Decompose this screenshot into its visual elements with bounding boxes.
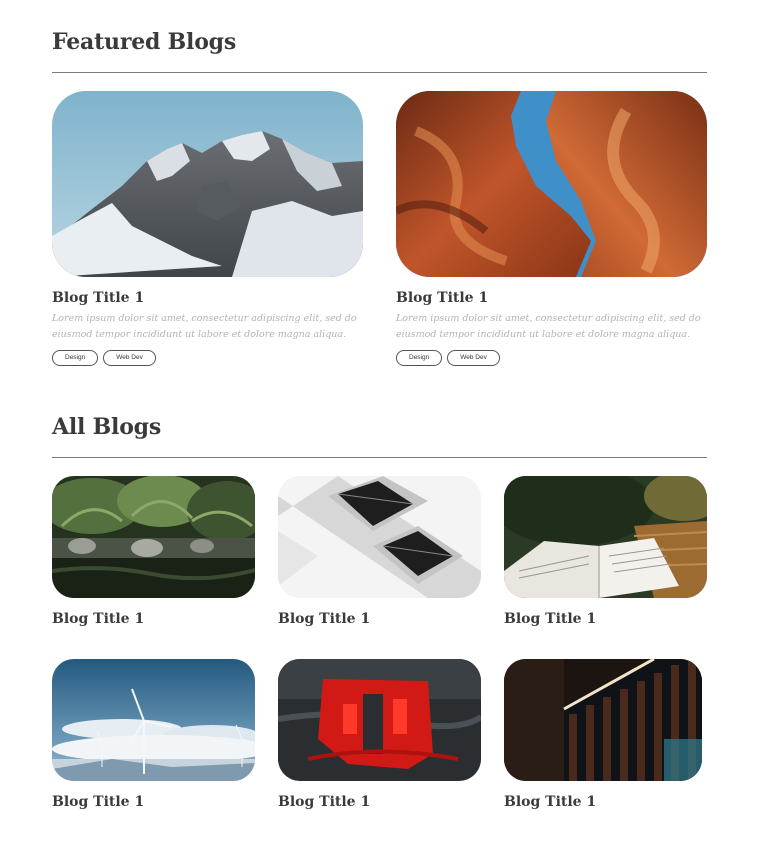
tag-design[interactable]: Design [52,350,99,366]
featured-blog-tags-2: Design Web Dev [396,350,500,366]
blog-card-1[interactable]: Blog Title 1 [52,476,255,631]
blog-title-1[interactable]: Blog Title 1 [52,611,144,627]
blog-title-4[interactable]: Blog Title 1 [52,794,144,810]
snowy-mountain-photo [52,91,363,277]
featured-blog-title-2[interactable]: Blog Title 1 [396,290,488,306]
blog-image-3[interactable] [504,476,707,598]
featured-divider [52,72,707,73]
blog-image-4[interactable] [52,659,255,781]
blog-title-5[interactable]: Blog Title 1 [278,794,370,810]
blog-card-4[interactable]: Blog Title 1 [52,659,255,814]
blog-card-5[interactable]: Blog Title 1 [278,659,481,814]
open-book-photo [504,476,707,598]
blog-card-3[interactable]: Blog Title 1 [504,476,707,631]
blog-title-2[interactable]: Blog Title 1 [278,611,370,627]
tag-web-dev[interactable]: Web Dev [103,350,156,366]
blog-image-1[interactable] [52,476,255,598]
blog-image-2[interactable] [278,476,481,598]
blog-image-6[interactable] [504,659,702,781]
featured-blog-image-1[interactable] [52,91,363,277]
blog-card-2[interactable]: Blog Title 1 [278,476,481,631]
featured-blog-excerpt-2: Lorem ipsum dolor sit amet, consectetur … [396,313,701,340]
red-canyon-photo [396,91,707,277]
all-blogs-heading: All Blogs [52,414,162,440]
wind-turbines-photo [52,659,255,781]
blog-image-5[interactable] [278,659,481,781]
tag-web-dev[interactable]: Web Dev [447,350,500,366]
featured-blog-excerpt-1: Lorem ipsum dolor sit amet, consectetur … [52,313,357,340]
blog-title-3[interactable]: Blog Title 1 [504,611,596,627]
featured-blog-tags-1: Design Web Dev [52,350,156,366]
fern-river-photo [52,476,255,598]
featured-blogs-heading: Featured Blogs [52,29,237,55]
featured-blog-title-1[interactable]: Blog Title 1 [52,290,144,306]
blog-title-6[interactable]: Blog Title 1 [504,794,596,810]
blog-card-6[interactable]: Blog Title 1 [504,659,707,814]
building-balconies-photo [278,476,481,598]
featured-blog-card-1[interactable]: Blog Title 1 Lorem ipsum dolor sit amet,… [52,91,363,371]
red-reflection-photo [278,659,481,781]
featured-blog-card-2[interactable]: Blog Title 1 Lorem ipsum dolor sit amet,… [396,91,707,371]
dark-wall-light-photo [504,659,702,781]
featured-blog-image-2[interactable] [396,91,707,277]
all-blogs-divider [52,457,707,458]
tag-design[interactable]: Design [396,350,443,366]
